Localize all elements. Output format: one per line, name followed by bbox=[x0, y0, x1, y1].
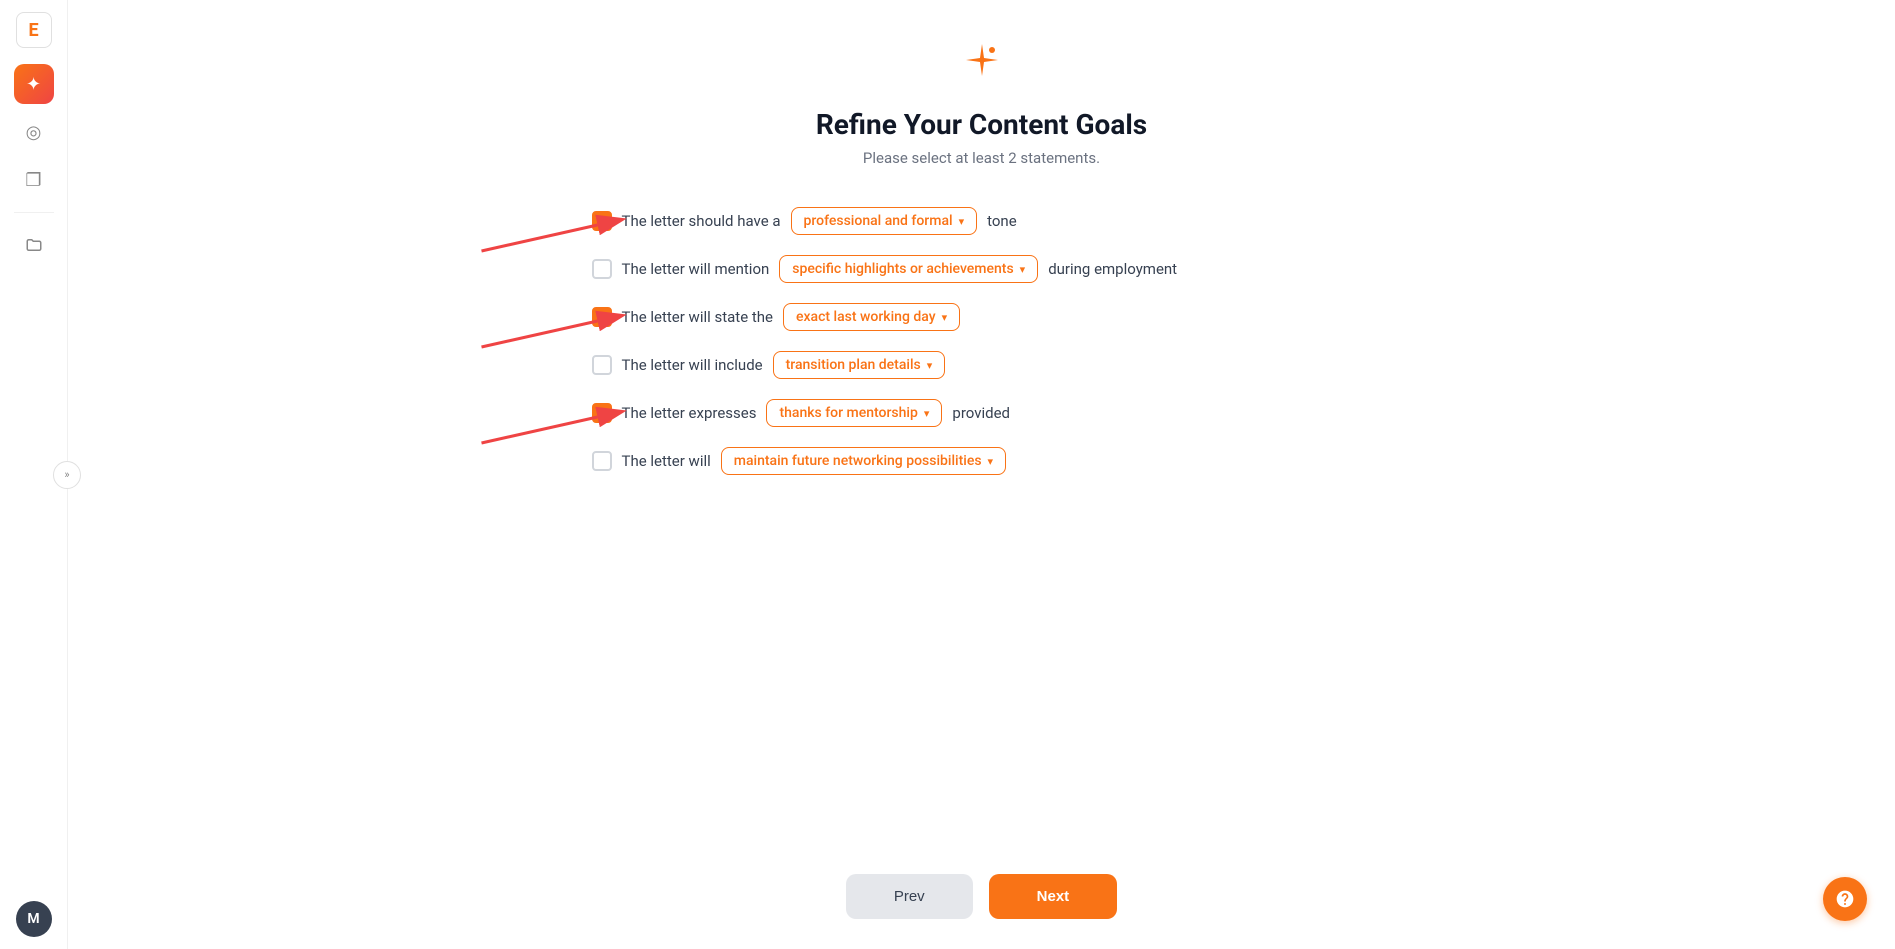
goal-checkbox-networking[interactable] bbox=[592, 451, 612, 471]
goal-suffix-mentorship: provided bbox=[952, 404, 1010, 422]
sidebar-toggle-button[interactable]: » bbox=[53, 461, 81, 489]
goal-checkbox-lastday[interactable] bbox=[592, 307, 612, 327]
sidebar-item-folder[interactable] bbox=[14, 225, 54, 265]
sidebar-bottom: M bbox=[16, 901, 52, 937]
goal-checkbox-tone[interactable] bbox=[592, 211, 612, 231]
goal-dropdown-highlights[interactable]: specific highlights or achievements▾ bbox=[779, 255, 1038, 283]
goal-dropdown-lastday[interactable]: exact last working day▾ bbox=[783, 303, 960, 331]
goal-dropdown-networking[interactable]: maintain future networking possibilities… bbox=[721, 447, 1006, 475]
bottom-bar: Prev Next bbox=[846, 874, 1117, 919]
help-button[interactable] bbox=[1823, 877, 1867, 921]
goal-prefix-networking: The letter will bbox=[622, 452, 711, 470]
goal-row-mentorship: The letter expresses thanks for mentorshi… bbox=[592, 399, 1372, 427]
goal-row-lastday: The letter will state the exact last work… bbox=[592, 303, 1372, 331]
sidebar-item-sparkle[interactable]: ✦ bbox=[14, 64, 54, 104]
goal-prefix-mentorship: The letter expresses bbox=[622, 404, 757, 422]
goal-row-networking: The letter will maintain future networkin… bbox=[592, 447, 1372, 475]
goal-checkbox-transition[interactable] bbox=[592, 355, 612, 375]
goal-prefix-tone: The letter should have a bbox=[622, 212, 781, 230]
goal-prefix-highlights: The letter will mention bbox=[622, 260, 770, 278]
sidebar: E ✦ ◎ ❐ » M bbox=[0, 0, 68, 949]
goal-suffix-tone: tone bbox=[987, 212, 1017, 230]
goal-dropdown-mentorship[interactable]: thanks for mentorship▾ bbox=[766, 399, 942, 427]
prev-button[interactable]: Prev bbox=[846, 874, 973, 919]
goal-dropdown-transition[interactable]: transition plan details▾ bbox=[773, 351, 946, 379]
goals-form: The letter should have a professional and… bbox=[592, 207, 1372, 475]
goal-checkbox-highlights[interactable] bbox=[592, 259, 612, 279]
goal-prefix-lastday: The letter will state the bbox=[622, 308, 774, 326]
page-subtitle: Please select at least 2 statements. bbox=[863, 149, 1100, 167]
goal-row-transition: The letter will include transition plan d… bbox=[592, 351, 1372, 379]
main-content: Refine Your Content Goals Please select … bbox=[68, 0, 1895, 949]
goal-row-highlights: The letter will mention specific highligh… bbox=[592, 255, 1372, 283]
goal-prefix-transition: The letter will include bbox=[622, 356, 763, 374]
next-button[interactable]: Next bbox=[989, 874, 1118, 919]
sidebar-item-copy[interactable]: ❐ bbox=[14, 160, 54, 200]
goal-row-tone: The letter should have a professional and… bbox=[592, 207, 1372, 235]
goal-dropdown-tone[interactable]: professional and formal▾ bbox=[791, 207, 978, 235]
sidebar-item-target[interactable]: ◎ bbox=[14, 112, 54, 152]
goal-suffix-highlights: during employment bbox=[1048, 260, 1177, 278]
user-avatar[interactable]: M bbox=[16, 901, 52, 937]
goal-checkbox-mentorship[interactable] bbox=[592, 403, 612, 423]
page-title: Refine Your Content Goals bbox=[816, 108, 1147, 141]
sidebar-divider bbox=[14, 212, 54, 213]
page-sparkle-icon bbox=[960, 40, 1004, 92]
app-logo[interactable]: E bbox=[16, 12, 52, 48]
